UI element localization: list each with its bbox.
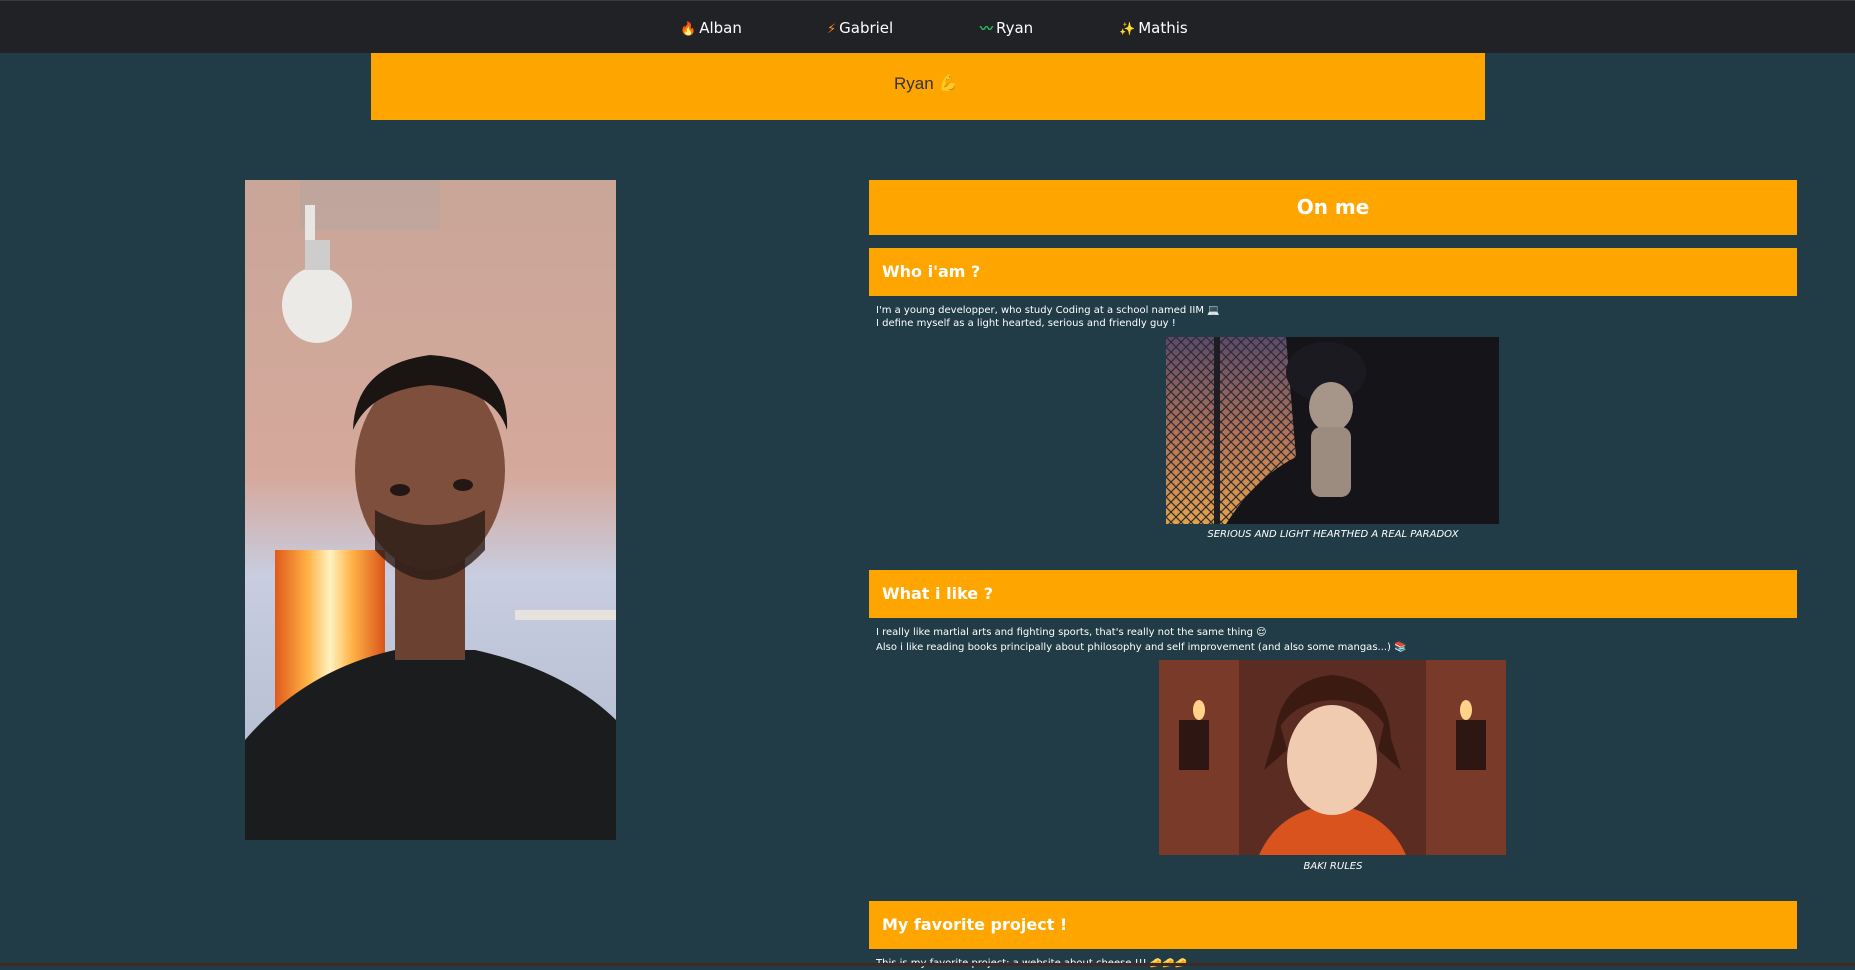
who-line-1: I'm a young developper, who study Coding…: [876, 305, 1220, 316]
section-title-project: My favorite project !: [869, 901, 1797, 949]
section-heading: On me: [869, 180, 1797, 235]
like-line-2: Also i like reading books principally ab…: [876, 642, 1407, 653]
wave-icon: 〰: [980, 22, 994, 37]
nav-item-label: Alban: [699, 19, 742, 37]
name-banner: Ryan 💪: [371, 53, 1485, 120]
who-caption: SERIOUS AND LIGHT HEARTHED A REAL PARADO…: [1207, 529, 1459, 540]
nav-item-label: Mathis: [1138, 19, 1188, 37]
banner-title: Ryan 💪: [894, 74, 960, 93]
like-caption: BAKI RULES: [1303, 861, 1363, 872]
nav-item-ryan[interactable]: 〰 Ryan: [980, 18, 1033, 40]
section-title-who: Who i'am ?: [869, 248, 1797, 296]
nav-item-label: Ryan: [996, 19, 1034, 37]
nav-item-alban[interactable]: 🔥 Alban: [680, 18, 742, 40]
lightning-icon: ⚡: [827, 22, 837, 37]
top-navigation: 🔥 Alban ⚡ Gabriel 〰 Ryan ✨ Mathis: [0, 0, 1855, 53]
profile-photo: [245, 180, 616, 840]
nav-item-label: Gabriel: [839, 19, 894, 37]
sparkles-icon: ✨: [1119, 22, 1136, 37]
anime-image-baki: [1159, 660, 1506, 855]
anime-image-paradox: [1166, 337, 1499, 524]
nav-item-mathis[interactable]: ✨ Mathis: [1119, 18, 1188, 40]
section-title-like: What i like ?: [869, 570, 1797, 618]
nav-item-gabriel[interactable]: ⚡ Gabriel: [827, 18, 893, 40]
like-line-1: I really like martial arts and fighting …: [876, 627, 1267, 638]
fire-icon: 🔥: [680, 22, 697, 37]
who-line-2: I define myself as a light hearted, seri…: [876, 318, 1176, 329]
